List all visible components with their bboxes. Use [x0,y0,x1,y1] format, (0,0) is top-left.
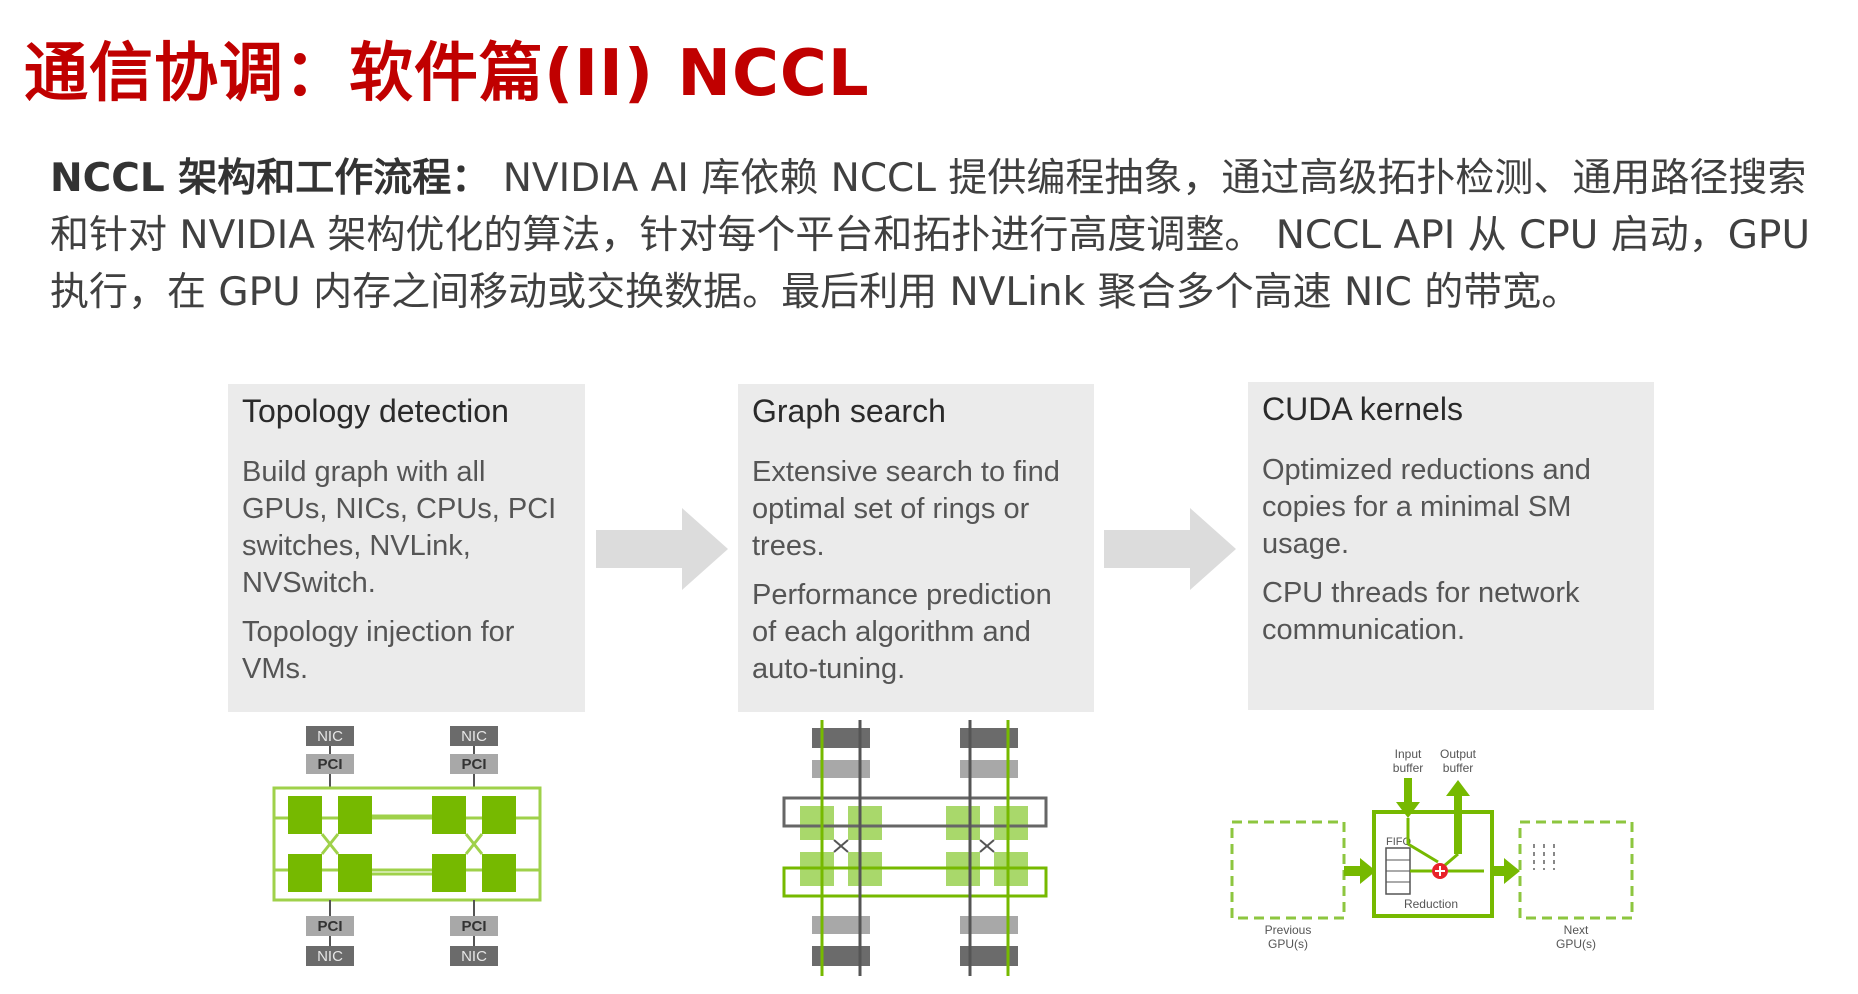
stage-title: Graph search [752,393,946,429]
pci-label: PCI [317,756,342,773]
cuda-kernel-diagram: Previous GPU(s) Next GPU(s) Reduction FI… [1230,747,1634,951]
gpu-block [432,796,466,834]
previous-label-line2: GPU(s) [1268,937,1308,951]
stage-paragraph: Extensive search to find optimal set of … [752,456,1060,563]
stage-cuda-kernels: CUDA kernels Optimized reductions and co… [1248,382,1654,710]
stage-paragraph: CPU threads for network communication. [1262,577,1580,647]
reduction-label: Reduction [1404,897,1458,911]
stage-topology-detection: Topology detection Build graph with all … [228,384,585,712]
input-buffer-line2: buffer [1393,761,1423,775]
stage-graph-search: Graph search Extensive search to find op… [738,384,1094,712]
arrow-right-icon [596,508,728,590]
page-title: 通信协调：软件篇(II) NCCL [24,37,870,111]
gpu-block [482,854,516,892]
stage-title: CUDA kernels [1262,391,1463,427]
gpu-block [432,854,466,892]
previous-label-line1: Previous [1265,923,1312,937]
input-buffer-line1: Input [1395,747,1422,761]
gpu-block [338,796,372,834]
stage-paragraph: Build graph with all GPUs, NICs, CPUs, P… [242,456,557,600]
gpu-block [288,854,322,892]
pci-label: PCI [317,918,342,935]
arrow-right-icon [1104,508,1236,590]
intro-paragraph: NCCL 架构和工作流程： NVIDIA AI 库依赖 NCCL 提供编程抽象，… [50,150,1810,321]
stage-paragraph: Performance prediction of each algorithm… [752,579,1052,686]
pci-label: PCI [461,918,486,935]
pci-label: PCI [461,756,486,773]
nic-label: NIC [317,948,343,965]
gpu-block [288,796,322,834]
next-label-line2: GPU(s) [1556,937,1596,951]
output-buffer-line2: buffer [1443,761,1473,775]
topology-diagram: NIC PCI NIC PCI PCI NIC PCI NIC [272,726,542,966]
output-buffer-line1: Output [1440,747,1477,761]
gpu-block [338,854,372,892]
next-label-line1: Next [1564,923,1589,937]
nic-label: NIC [461,948,487,965]
gpu-block [482,796,516,834]
stage-title: Topology detection [242,393,509,429]
nic-label: NIC [461,728,487,745]
stage-paragraph: Optimized reductions and copies for a mi… [1262,454,1591,561]
intro-label: NCCL 架构和工作流程： [50,156,491,201]
stage-paragraph: Topology injection for VMs. [242,616,515,686]
nic-label: NIC [317,728,343,745]
graph-search-diagram [782,720,1048,976]
